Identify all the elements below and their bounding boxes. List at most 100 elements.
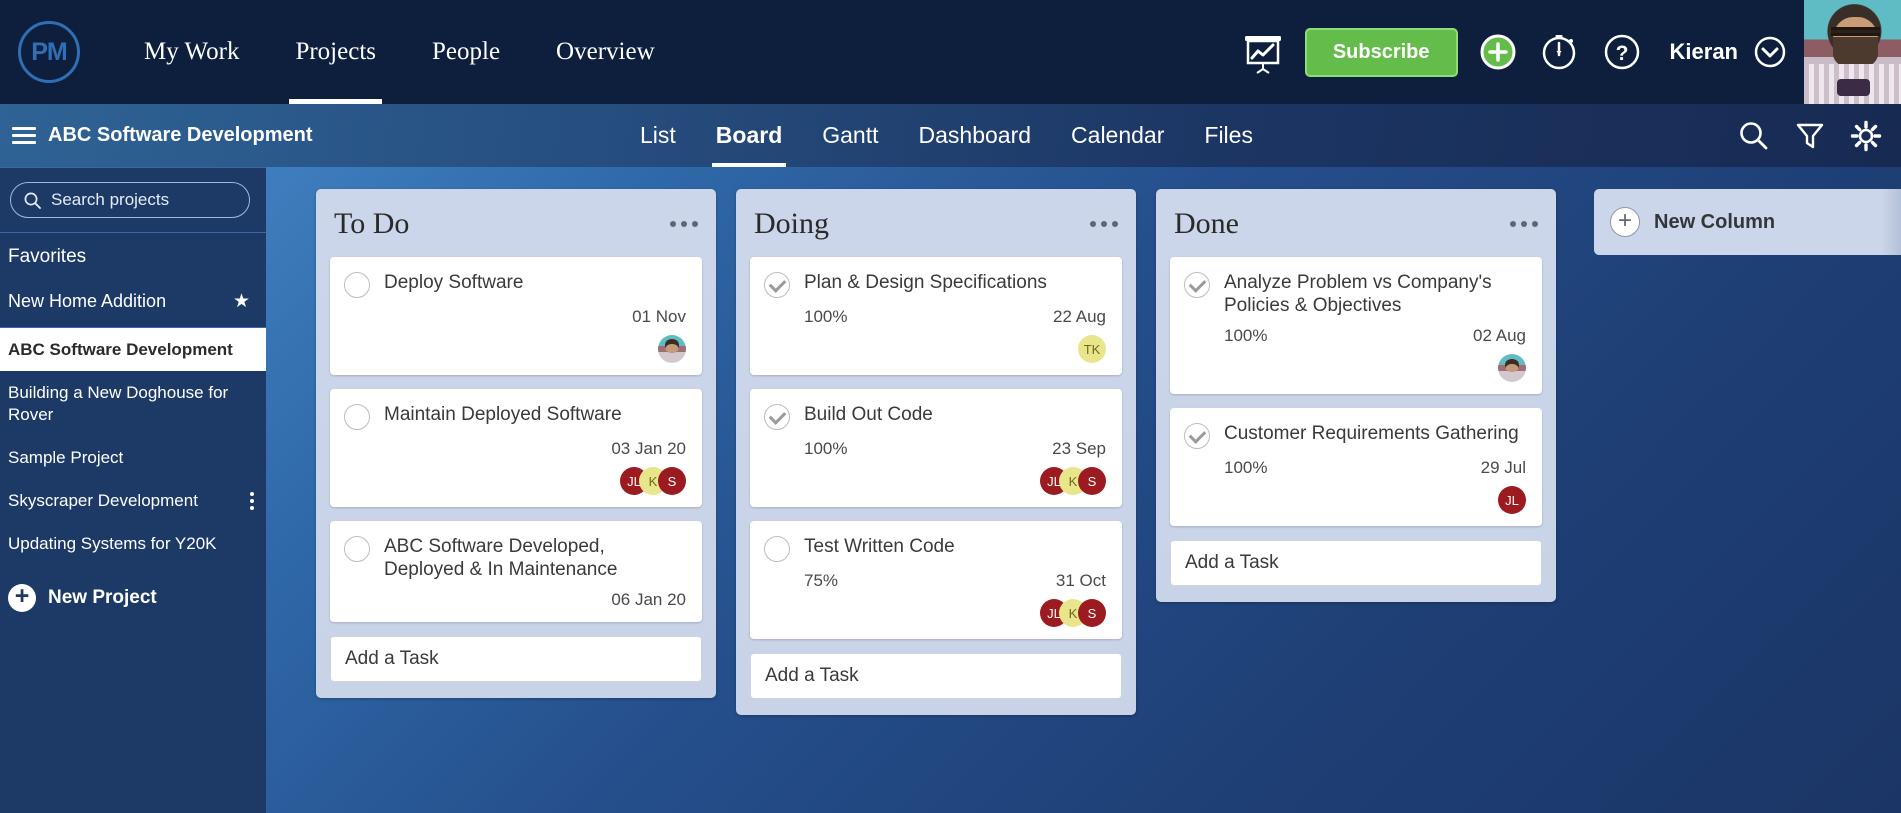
new-project-label: New Project (48, 586, 157, 608)
task-card[interactable]: Analyze Problem vs Company's Policies & … (1170, 257, 1542, 395)
nav-item-overview[interactable]: Overview (528, 0, 683, 104)
header-actions: Subscribe ? Kieran (1237, 0, 1901, 104)
subscribe-button[interactable]: Subscribe (1304, 27, 1458, 77)
tab-board[interactable]: Board (696, 104, 802, 167)
card-top: Build Out Code (764, 403, 1106, 430)
task-checkbox[interactable] (344, 536, 370, 562)
task-card[interactable]: ABC Software Developed, Deployed & In Ma… (330, 521, 702, 623)
star-icon[interactable]: ★ (233, 290, 250, 313)
card-top: Analyze Problem vs Company's Policies & … (1184, 271, 1526, 317)
task-card[interactable]: Test Written Code 75% 31 Oct JL K S (750, 521, 1122, 639)
filter-icon[interactable] (1793, 119, 1827, 153)
task-assignees: JL K S (344, 467, 686, 495)
task-assignees: JL K S (764, 467, 1106, 495)
top-header: PM My Work Projects People Overview Subs… (0, 0, 1901, 104)
search-projects-input[interactable]: Search projects (10, 182, 250, 218)
task-assignees (344, 335, 686, 363)
task-card[interactable]: Customer Requirements Gathering 100% 29 … (1170, 408, 1542, 527)
assignee-avatar[interactable]: JL (1498, 486, 1526, 515)
column-more-menu-icon[interactable] (1510, 221, 1538, 227)
board-column-done: Done Analyze Problem vs Company's Polici… (1156, 189, 1556, 603)
task-progress: 75% (804, 571, 839, 590)
add-plus-icon[interactable] (1476, 30, 1520, 74)
tab-calendar[interactable]: Calendar (1051, 104, 1184, 167)
assignee-avatar[interactable]: S (1078, 467, 1106, 495)
sidebar-item-label: Skyscraper Development (8, 491, 198, 510)
sidebar-item-sample-project[interactable]: Sample Project (0, 436, 266, 479)
task-card[interactable]: Maintain Deployed Software 03 Jan 20 JL … (330, 389, 702, 507)
sidebar: Search projects Favorites New Home Addit… (0, 167, 266, 813)
task-card[interactable]: Build Out Code 100% 23 Sep JL K S (750, 389, 1122, 507)
assignee-avatar[interactable]: S (1078, 599, 1106, 627)
gear-icon[interactable] (1849, 119, 1883, 153)
card-top: Plan & Design Specifications (764, 271, 1106, 298)
task-checkbox[interactable] (1184, 423, 1210, 450)
task-checkbox[interactable] (344, 404, 370, 430)
project-nav-bar: ABC Software Development List Board Gant… (0, 104, 1901, 167)
task-title: ABC Software Developed, Deployed & In Ma… (384, 536, 618, 581)
project-tabs: List Board Gantt Dashboard Calendar File… (620, 104, 1273, 167)
new-project-button[interactable]: + New Project (0, 566, 266, 630)
task-assignees: JL (1184, 486, 1526, 515)
column-header: Doing (750, 203, 1122, 257)
tab-gantt[interactable]: Gantt (802, 104, 898, 167)
presentation-chart-icon[interactable] (1237, 26, 1289, 78)
favorite-project-item[interactable]: New Home Addition ★ (0, 279, 266, 327)
task-assignees (1184, 354, 1526, 383)
sidebar-item-updating-systems-y20k[interactable]: Updating Systems for Y20K (0, 522, 266, 565)
assignee-avatar[interactable] (658, 335, 686, 363)
assignee-avatar[interactable] (1498, 354, 1526, 383)
user-avatar[interactable] (1804, 0, 1901, 104)
menu-hamburger-icon[interactable] (12, 127, 36, 144)
help-icon[interactable]: ? (1600, 30, 1644, 74)
task-title: Maintain Deployed Software (384, 404, 622, 425)
task-progress: 100% (1224, 326, 1268, 346)
sidebar-item-skyscraper-development[interactable]: Skyscraper Development (0, 479, 266, 522)
card-meta: 100% 23 Sep (764, 439, 1106, 459)
task-checkbox[interactable] (764, 404, 790, 430)
tab-list[interactable]: List (620, 104, 696, 167)
task-checkbox[interactable] (764, 272, 790, 298)
card-top: Test Written Code (764, 535, 1106, 562)
search-placeholder: Search projects (51, 190, 170, 209)
task-title: Plan & Design Specifications (804, 272, 1047, 293)
card-top: ABC Software Developed, Deployed & In Ma… (344, 535, 686, 581)
nav-item-people[interactable]: People (404, 0, 528, 104)
project-nav-actions (1737, 119, 1883, 153)
card-meta: 03 Jan 20 (344, 439, 686, 459)
tab-dashboard[interactable]: Dashboard (899, 104, 1052, 167)
nav-item-my-work[interactable]: My Work (116, 0, 267, 104)
column-more-menu-icon[interactable] (1090, 221, 1118, 227)
task-card[interactable]: Deploy Software 01 Nov (330, 257, 702, 375)
column-more-menu-icon[interactable] (670, 221, 698, 227)
board-column-to-do: To Do Deploy Software 01 Nov Maintain De… (316, 189, 716, 699)
task-checkbox[interactable] (344, 272, 370, 298)
pm-logo[interactable]: PM (18, 21, 80, 83)
task-card[interactable]: Plan & Design Specifications 100% 22 Aug… (750, 257, 1122, 375)
task-checkbox[interactable] (764, 536, 790, 562)
task-checkbox[interactable] (1184, 272, 1210, 298)
assignee-avatar[interactable]: TK (1078, 335, 1106, 363)
search-icon[interactable] (1737, 119, 1771, 153)
sidebar-search-wrap: Search projects (0, 168, 266, 232)
task-assignees: TK (764, 335, 1106, 363)
add-task-input[interactable]: Add a Task (330, 636, 702, 683)
task-title: Build Out Code (804, 404, 933, 425)
column-title: Done (1174, 207, 1239, 240)
search-icon-small (24, 192, 41, 209)
sidebar-item-abc-software-development[interactable]: ABC Software Development (0, 328, 266, 372)
new-column-button[interactable]: + New Column (1594, 189, 1901, 255)
assignee-avatar[interactable]: S (658, 467, 686, 495)
favorites-heading: Favorites (8, 246, 87, 267)
task-due-date: 02 Aug (1473, 326, 1526, 346)
sidebar-item-building-doghouse[interactable]: Building a New Doghouse for Rover (0, 371, 266, 436)
tab-files[interactable]: Files (1184, 104, 1273, 167)
add-task-input[interactable]: Add a Task (1170, 540, 1542, 587)
chevron-down-icon[interactable] (1750, 32, 1790, 72)
board-column-doing: Doing Plan & Design Specifications 100% … (736, 189, 1136, 715)
timer-icon[interactable] (1538, 30, 1582, 74)
add-task-input[interactable]: Add a Task (750, 653, 1122, 699)
project-more-menu-icon[interactable] (250, 489, 254, 513)
column-title: Doing (754, 207, 829, 240)
nav-item-projects[interactable]: Projects (267, 0, 404, 104)
